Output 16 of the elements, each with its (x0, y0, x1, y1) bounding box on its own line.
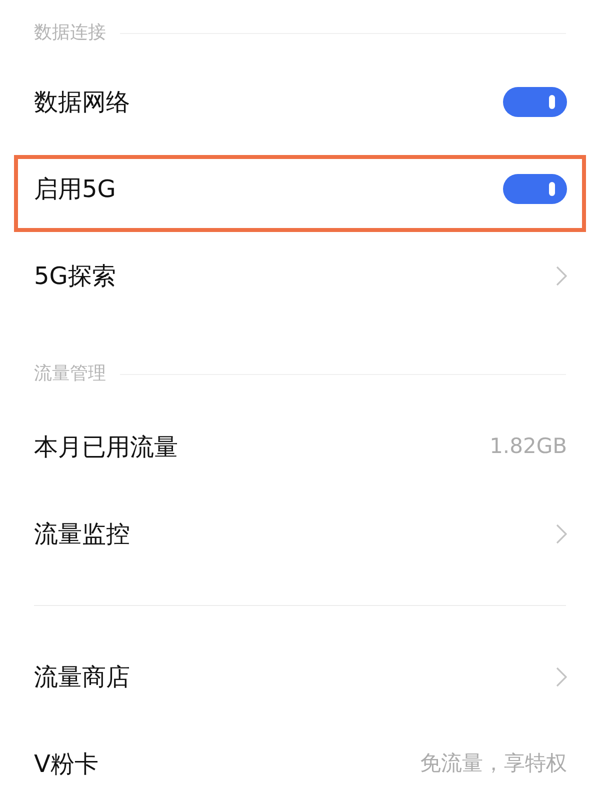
toggle-switch[interactable] (503, 174, 567, 204)
setting-label: 启用5G (34, 174, 116, 204)
setting-label: 流量商店 (34, 662, 130, 692)
section-header: 数据连接 (34, 24, 106, 42)
setting-label: 数据网络 (34, 86, 130, 118)
setting-value: 1.82GB (490, 432, 567, 460)
chevron-right-icon (556, 524, 567, 544)
setting-label: 本月已用流量 (34, 432, 178, 462)
chevron-right-icon (556, 666, 567, 686)
chevron-right-icon (556, 266, 567, 286)
setting-label: 流量监控 (34, 518, 130, 550)
setting-value: 免流量，享特权 (420, 750, 567, 777)
toggle-switch[interactable] (503, 86, 567, 116)
setting-label: V粉卡 (34, 748, 98, 780)
setting-label: 5G探索 (34, 260, 116, 292)
section-header: 流量管理 (34, 365, 106, 383)
